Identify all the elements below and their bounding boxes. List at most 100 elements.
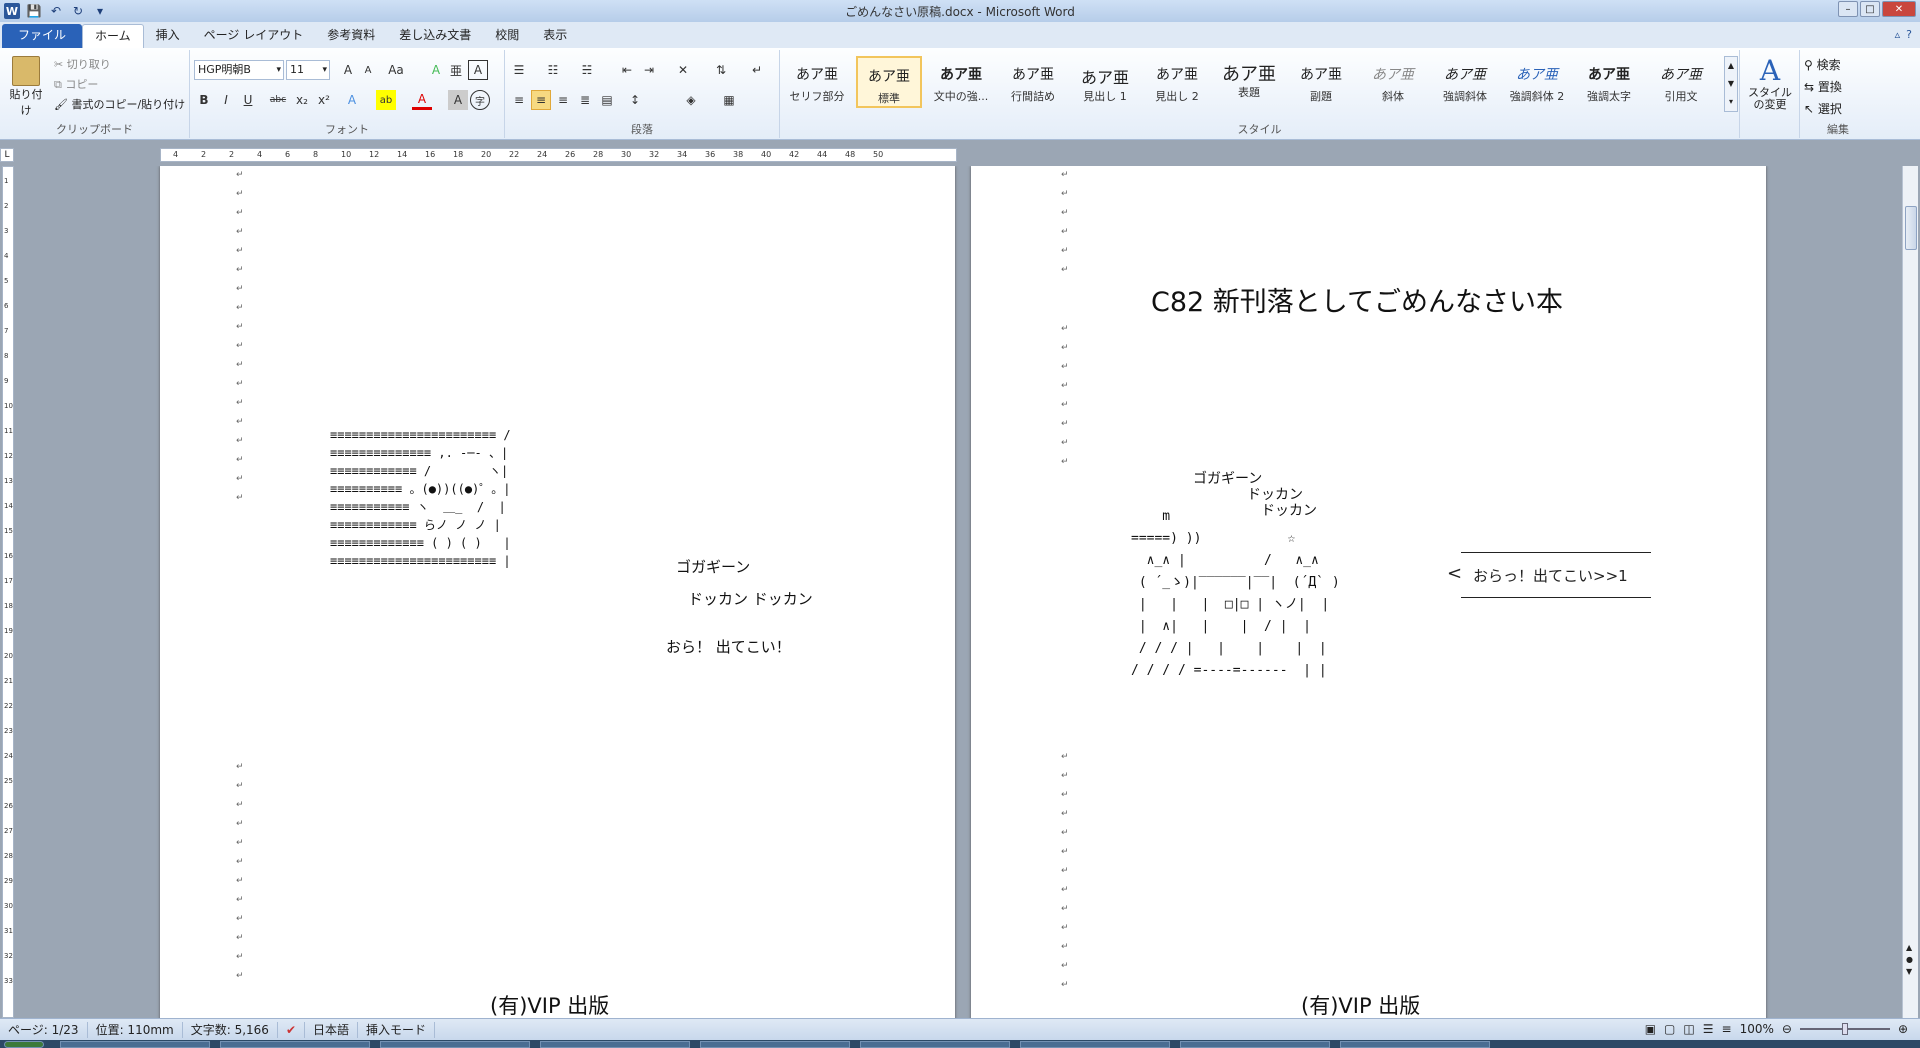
align-center-icon[interactable]: ≡ [531, 90, 551, 110]
undo-icon[interactable]: ↶ [48, 3, 64, 19]
multilevel-list-icon[interactable]: ☵ [577, 60, 597, 80]
word-app-icon[interactable]: W [4, 3, 20, 19]
next-page-icon[interactable]: ▼ [1906, 967, 1912, 976]
browse-object-icon[interactable]: ● [1906, 955, 1913, 964]
vertical-ruler[interactable]: 1 2 3 4 5 6 7 8 9 10 11 12 13 14 15 16 17 18 19 20 21 22 23 24 2… [2, 166, 14, 1018]
char-shading-icon[interactable]: A [448, 90, 468, 110]
char-border-icon[interactable]: A [468, 60, 488, 80]
copy-button[interactable]: ⧉ コピー [54, 76, 98, 92]
text-effects-icon[interactable]: A [342, 90, 362, 110]
style-italic[interactable]: あア亜 斜体 [1360, 56, 1426, 108]
help-icon[interactable]: ? [1906, 28, 1912, 41]
insert-mode-indicator[interactable]: 挿入モード [358, 1021, 436, 1038]
taskbar-item[interactable] [380, 1041, 530, 1048]
tab-references[interactable]: 参考資料 [315, 24, 387, 48]
change-styles-button[interactable]: A スタイルの変更 [1746, 54, 1794, 111]
subscript-button[interactable]: x₂ [292, 90, 312, 110]
numbering-icon[interactable]: ☷ [543, 60, 563, 80]
show-marks-icon[interactable]: ↵ [747, 60, 767, 80]
font-name-combo[interactable]: HGP明朝B [194, 60, 284, 80]
scroll-thumb[interactable] [1905, 206, 1917, 250]
styles-scroll[interactable]: ▲ ▼ ▾ [1724, 56, 1738, 112]
tab-home[interactable]: ホーム [82, 24, 144, 48]
style-emphasis-italic[interactable]: あア亜 強調斜体 [1432, 56, 1498, 108]
close-button[interactable]: ✕ [1882, 1, 1916, 17]
borders-icon[interactable]: ▦ [719, 90, 739, 110]
tab-file[interactable]: ファイル [2, 24, 83, 48]
minimize-button[interactable]: – [1838, 1, 1858, 17]
redo-icon[interactable]: ↻ [70, 3, 86, 19]
strikethrough-button[interactable]: abc [268, 90, 288, 110]
select-button[interactable]: ↖ 選択 [1804, 100, 1842, 117]
page-2[interactable]: ↵ ↵ ↵ ↵ ↵ ↵ ↵ ↵ ↵ ↵ ↵ ↵ ↵ ↵ ↵ ↵ ↵ ↵ ↵ ↵ ↵ ↵ ↵ ↵ ↵ ↵ ↵ C82 新刊落としてごめ… [971, 166, 1766, 1018]
page-indicator[interactable]: ページ: 1/23 [0, 1021, 88, 1038]
minimize-ribbon-icon[interactable]: ▵ [1895, 28, 1901, 41]
tab-page-layout[interactable]: ページ レイアウト [192, 24, 316, 48]
style-no-spacing[interactable]: あア亜 行間詰め [1000, 56, 1066, 108]
paste-button[interactable]: 貼り付け [6, 56, 46, 118]
style-normal[interactable]: あア亜 標準 [856, 56, 922, 108]
style-heading-2[interactable]: あア亜 見出し 2 [1144, 56, 1210, 108]
shrink-font-icon[interactable]: A [358, 60, 378, 80]
zoom-out-icon[interactable]: ⊖ [1782, 1022, 1792, 1036]
change-case-icon[interactable]: Aa [386, 60, 406, 80]
customize-qat-icon[interactable]: ▾ [92, 3, 108, 19]
taskbar-item[interactable] [60, 1041, 210, 1048]
cut-button[interactable]: ✂ 切り取り [54, 56, 111, 72]
taskbar-item[interactable] [700, 1041, 850, 1048]
style-quote[interactable]: あア亜 引用文 [1648, 56, 1714, 108]
prev-page-icon[interactable]: ▲ [1906, 943, 1912, 952]
font-color-icon[interactable]: A [412, 90, 432, 110]
shading-icon[interactable]: ◈ [681, 90, 701, 110]
draft-view-icon[interactable]: ≡ [1722, 1022, 1732, 1036]
align-left-icon[interactable]: ≡ [509, 90, 529, 110]
justify-icon[interactable]: ≣ [575, 90, 595, 110]
format-painter-button[interactable]: 🖌 書式のコピー/貼り付け [54, 96, 185, 112]
increase-indent-icon[interactable]: ⇥ [639, 60, 659, 80]
font-size-combo[interactable]: 11 [286, 60, 330, 80]
grow-font-icon[interactable]: A [338, 60, 358, 80]
tab-mailings[interactable]: 差し込み文書 [387, 24, 483, 48]
proofing-icon[interactable]: ✔ [278, 1021, 306, 1038]
language-indicator[interactable]: 日本語 [305, 1021, 359, 1038]
scroll-nav-buttons[interactable]: ▲ ● ▼ [1906, 942, 1913, 978]
zoom-slider[interactable] [1799, 1023, 1890, 1035]
zoom-slider-thumb[interactable] [1841, 1023, 1848, 1035]
align-right-icon[interactable]: ≡ [553, 90, 573, 110]
style-subtitle[interactable]: あア亜 副題 [1288, 56, 1354, 108]
full-screen-view-icon[interactable]: ▢ [1664, 1022, 1675, 1036]
taskbar-item[interactable] [860, 1041, 1010, 1048]
bullets-icon[interactable]: ☰ [509, 60, 529, 80]
word-count[interactable]: 文字数: 5,166 [183, 1021, 278, 1038]
position-indicator[interactable]: 位置: 110mm [88, 1021, 183, 1038]
clear-format-icon[interactable]: A [426, 60, 446, 80]
style-title[interactable]: あア亜 表題 [1216, 56, 1282, 108]
highlight-icon[interactable]: ab [376, 90, 396, 110]
find-button[interactable]: ⚲ 検索 [1804, 56, 1841, 73]
tab-insert[interactable]: 挿入 [144, 24, 192, 48]
maximize-button[interactable]: □ [1860, 1, 1880, 17]
decrease-indent-icon[interactable]: ⇤ [617, 60, 637, 80]
horizontal-ruler[interactable]: 4 2 2 4 6 8 10 12 14 16 18 20 22 24 26 28 30 32 34 36 38 40 42… [160, 148, 957, 162]
taskbar-item[interactable] [220, 1041, 370, 1048]
taskbar-item[interactable] [1180, 1041, 1330, 1048]
web-layout-view-icon[interactable]: ◫ [1683, 1022, 1694, 1036]
line-spacing-icon[interactable]: ↕ [625, 90, 645, 110]
superscript-button[interactable]: x² [314, 90, 334, 110]
sort-icon[interactable]: ⇅ [711, 60, 731, 80]
style-serif[interactable]: あア亜 セリフ部分 [784, 56, 850, 108]
zoom-level[interactable]: 100% [1740, 1022, 1774, 1036]
vertical-scrollbar[interactable]: ▲ ● ▼ [1902, 166, 1918, 1018]
enclose-char-icon[interactable]: 字 [470, 90, 490, 110]
start-button[interactable] [4, 1041, 44, 1048]
tab-review[interactable]: 校閲 [483, 24, 531, 48]
page-1[interactable]: ↵ ↵ ↵ ↵ ↵ ↵ ↵ ↵ ↵ ↵ ↵ ↵ ↵ ↵ ↵ ↵ ↵ ↵ ↵ ↵ ↵ ↵ ↵ ↵ ↵ ↵ ↵ ↵ ↵ ↵ ≡≡≡≡≡≡≡≡≡… [160, 166, 955, 1018]
style-emphasis-italic-2[interactable]: あア亜 強調斜体 2 [1504, 56, 1570, 108]
zoom-in-icon[interactable]: ⊕ [1898, 1022, 1908, 1036]
style-heading-1[interactable]: あア亜 見出し 1 [1072, 56, 1138, 108]
taskbar-item[interactable] [1340, 1041, 1490, 1048]
print-layout-view-icon[interactable]: ▣ [1645, 1022, 1656, 1036]
italic-button[interactable]: I [216, 90, 236, 110]
bold-button[interactable]: B [194, 90, 214, 110]
taskbar-item[interactable] [540, 1041, 690, 1048]
